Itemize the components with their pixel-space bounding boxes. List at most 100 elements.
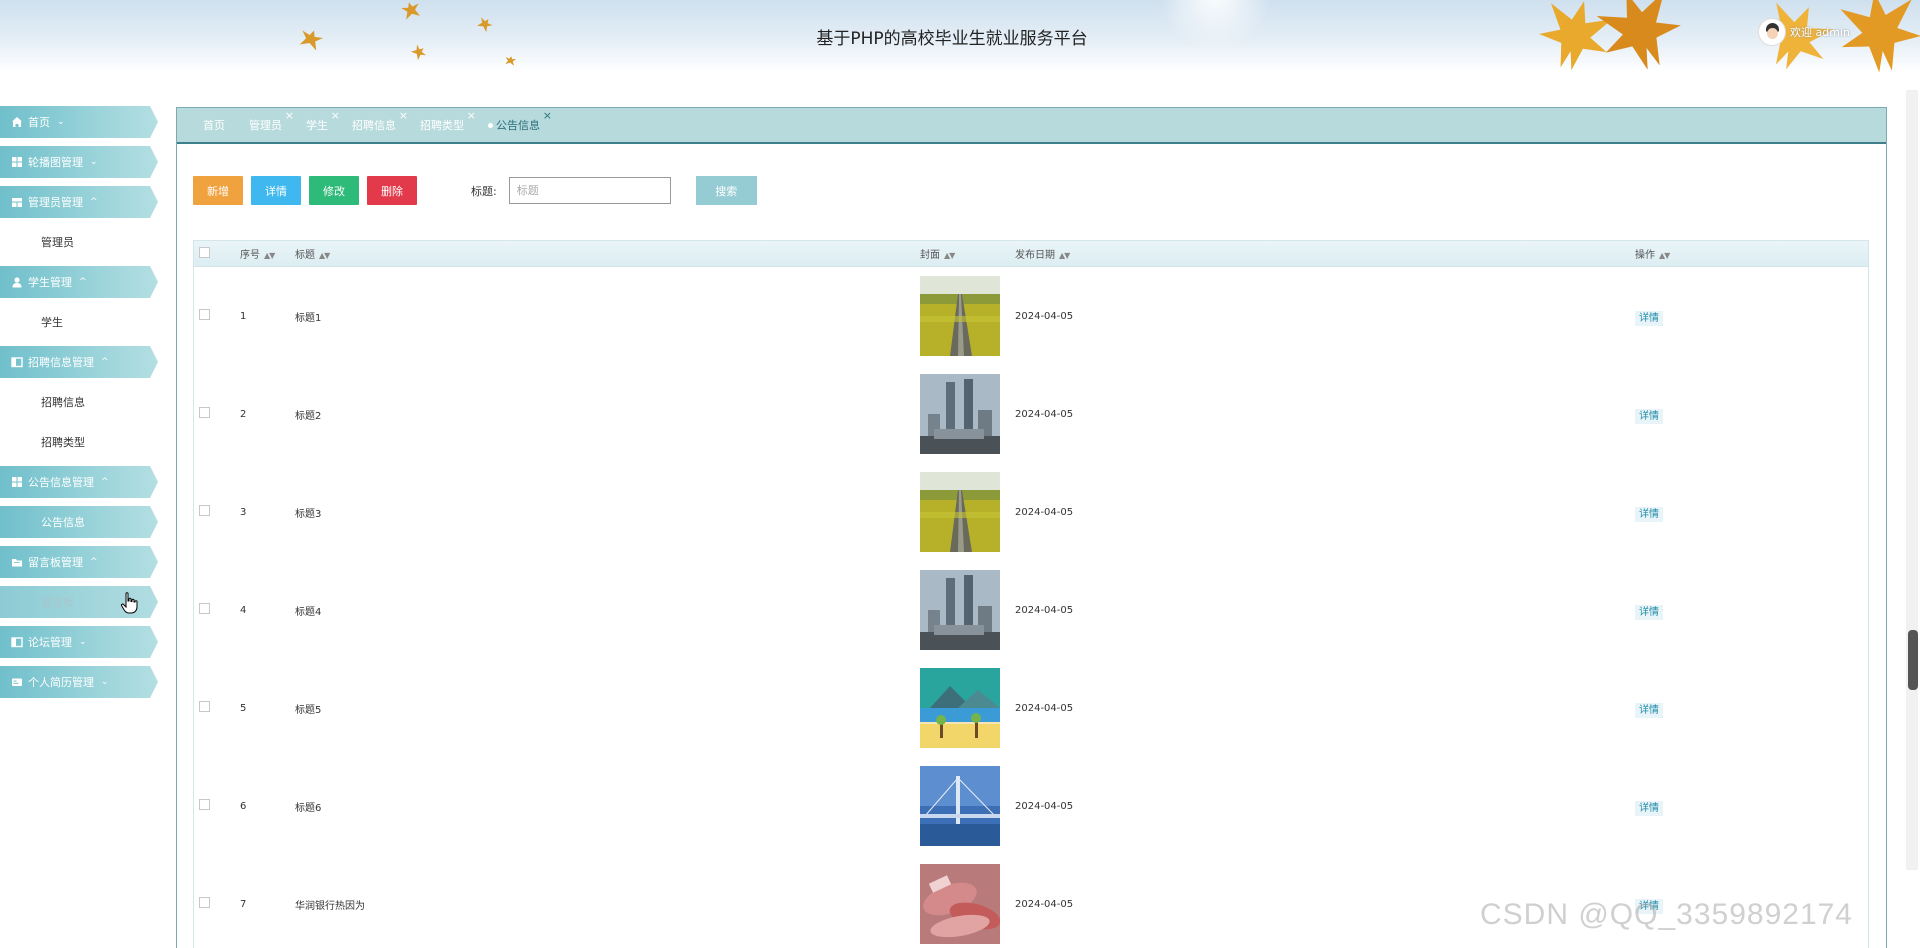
search-button[interactable]: 搜索 — [695, 176, 757, 205]
row-checkbox[interactable] — [199, 407, 210, 418]
table-row[interactable]: 5 标题5 2024-04-05 详情 — [194, 659, 1868, 757]
row-detail-link[interactable]: 详情 — [1635, 506, 1663, 522]
row-checkbox[interactable] — [199, 799, 210, 810]
tab-3[interactable]: 招聘信息 × — [352, 109, 408, 133]
close-icon[interactable]: × — [285, 109, 294, 122]
sidebar-item-1[interactable]: 轮播图管理 ⌄ — [0, 146, 158, 178]
close-icon[interactable]: × — [467, 109, 476, 122]
sidebar-item-6[interactable]: 留言板管理 ^ — [0, 546, 158, 578]
tab-label[interactable]: 公告信息 — [496, 117, 540, 133]
row-date: 2024-04-05 — [1015, 800, 1074, 812]
chevron-down-icon: ⌄ — [57, 117, 65, 127]
sidebar-item-label: 公告信息管理 — [28, 476, 94, 489]
tab-4[interactable]: 招聘类型 × — [420, 109, 476, 133]
search-input[interactable] — [508, 177, 671, 204]
welcome-text[interactable]: 欢迎 admin — [1790, 24, 1850, 40]
column-header-title[interactable]: 标题 — [295, 250, 315, 261]
cover-image — [920, 374, 1000, 454]
sidebar-item-7[interactable]: 论坛管理 ⌄ — [0, 626, 158, 658]
cover-image — [920, 668, 1000, 748]
sidebar-item-8[interactable]: 个人简历管理 ⌄ — [0, 666, 158, 698]
row-checkbox[interactable] — [199, 505, 210, 516]
row-detail-link[interactable]: 详情 — [1635, 800, 1663, 816]
tab-label[interactable]: 首页 — [203, 117, 225, 133]
row-date: 2024-04-05 — [1015, 408, 1074, 420]
close-icon[interactable]: × — [543, 109, 552, 122]
column-header-cover[interactable]: 封面 — [920, 250, 940, 261]
sidebar-item-3[interactable]: 学生管理 ^ — [0, 266, 158, 298]
sort-icon[interactable]: ▲▼ — [319, 251, 330, 260]
page-scrollbar[interactable] — [1906, 90, 1918, 870]
sidebar-subitem[interactable]: 管理员 — [0, 226, 158, 258]
sort-icon[interactable]: ▲▼ — [264, 251, 275, 260]
user-box[interactable]: 欢迎 admin — [1758, 18, 1850, 46]
sidebar-item-label: 轮播图管理 — [28, 156, 83, 169]
table-header: 序号 ▲▼ 标题 ▲▼ 封面 ▲▼ 发布日期 ▲▼ 操作 ▲▼ — [194, 241, 1868, 267]
watermark: CSDN @QQ_3359892174 — [1480, 898, 1853, 931]
row-title: 标题4 — [295, 606, 322, 618]
cover-image — [920, 472, 1000, 552]
table-row[interactable]: 6 标题6 2024-04-05 详情 — [194, 757, 1868, 855]
tab-label[interactable]: 招聘信息 — [352, 117, 396, 133]
close-icon[interactable]: × — [399, 109, 408, 122]
tab-0[interactable]: 首页 — [203, 117, 237, 133]
chevron-up-icon: ^ — [90, 557, 98, 567]
sidebar-item-0[interactable]: 首页 ⌄ — [0, 106, 158, 138]
row-date: 2024-04-05 — [1015, 310, 1074, 322]
row-checkbox[interactable] — [199, 603, 210, 614]
search-label: 标题: — [471, 184, 497, 198]
row-detail-link[interactable]: 详情 — [1635, 604, 1663, 620]
book-icon — [10, 635, 24, 649]
table-row[interactable]: 3 标题3 2024-04-05 详情 — [194, 463, 1868, 561]
row-date: 2024-04-05 — [1015, 702, 1074, 714]
table-row[interactable]: 4 标题4 2024-04-05 详情 — [194, 561, 1868, 659]
tab-2[interactable]: 学生 × — [306, 109, 340, 133]
sidebar-subitem[interactable]: 招聘信息 — [0, 386, 158, 418]
site-title: 基于PHP的高校毕业生就业服务平台 — [816, 29, 1088, 49]
sidebar-item-2[interactable]: 管理员管理 ^ — [0, 186, 158, 218]
tab-bar: 首页 管理员 × 学生 × 招聘信息 × 招聘类型 × 公告信息 × — [177, 108, 1886, 144]
sidebar-item-4[interactable]: 招聘信息管理 ^ — [0, 346, 158, 378]
delete-button[interactable]: 删除 — [367, 176, 417, 205]
tab-1[interactable]: 管理员 × — [249, 109, 294, 133]
table-row[interactable]: 2 标题2 2024-04-05 详情 — [194, 365, 1868, 463]
tab-label[interactable]: 管理员 — [249, 117, 282, 133]
row-detail-link[interactable]: 详情 — [1635, 702, 1663, 718]
sort-icon[interactable]: ▲▼ — [1059, 251, 1070, 260]
avatar[interactable] — [1758, 18, 1786, 46]
close-icon[interactable]: × — [331, 109, 340, 122]
sidebar-item-5[interactable]: 公告信息管理 ^ — [0, 466, 158, 498]
scrollbar-thumb[interactable] — [1908, 630, 1918, 690]
book-icon — [10, 355, 24, 369]
column-header-no[interactable]: 序号 — [240, 250, 260, 261]
tab-5[interactable]: 公告信息 × — [488, 109, 552, 133]
row-detail-link[interactable]: 详情 — [1635, 310, 1663, 326]
tab-label[interactable]: 学生 — [306, 117, 328, 133]
row-title: 华润银行热因为 — [295, 900, 365, 912]
sort-icon[interactable]: ▲▼ — [1659, 251, 1670, 260]
card-icon — [10, 675, 24, 689]
home-icon — [10, 115, 24, 129]
add-button[interactable]: 新增 — [193, 176, 243, 205]
edit-button[interactable]: 修改 — [309, 176, 359, 205]
falling-leaf-icon — [400, 0, 422, 20]
sidebar-subitem[interactable]: 公告信息 — [0, 506, 158, 538]
table-row[interactable]: 1 标题1 2024-04-05 详情 — [194, 267, 1868, 365]
tab-label[interactable]: 招聘类型 — [420, 117, 464, 133]
select-all-checkbox[interactable] — [199, 246, 210, 258]
sidebar-item-label: 管理员管理 — [28, 196, 83, 209]
detail-button[interactable]: 详情 — [251, 176, 301, 205]
row-date: 2024-04-05 — [1015, 604, 1074, 616]
sort-icon[interactable]: ▲▼ — [944, 251, 955, 260]
column-header-action[interactable]: 操作 — [1635, 250, 1655, 261]
notice-table: 序号 ▲▼ 标题 ▲▼ 封面 ▲▼ 发布日期 ▲▼ 操作 ▲▼ 1 标题1 2024-04-0… — [193, 240, 1869, 948]
toolbar: 新增 详情 修改 删除 标题: 搜索 — [193, 176, 757, 205]
row-checkbox[interactable] — [199, 701, 210, 712]
row-checkbox[interactable] — [199, 897, 210, 908]
row-checkbox[interactable] — [199, 309, 210, 320]
sidebar-subitem[interactable]: 招聘类型 — [0, 426, 158, 458]
row-detail-link[interactable]: 详情 — [1635, 408, 1663, 424]
row-number: 3 — [240, 506, 247, 518]
column-header-date[interactable]: 发布日期 — [1015, 250, 1055, 261]
sidebar-subitem[interactable]: 学生 — [0, 306, 158, 338]
